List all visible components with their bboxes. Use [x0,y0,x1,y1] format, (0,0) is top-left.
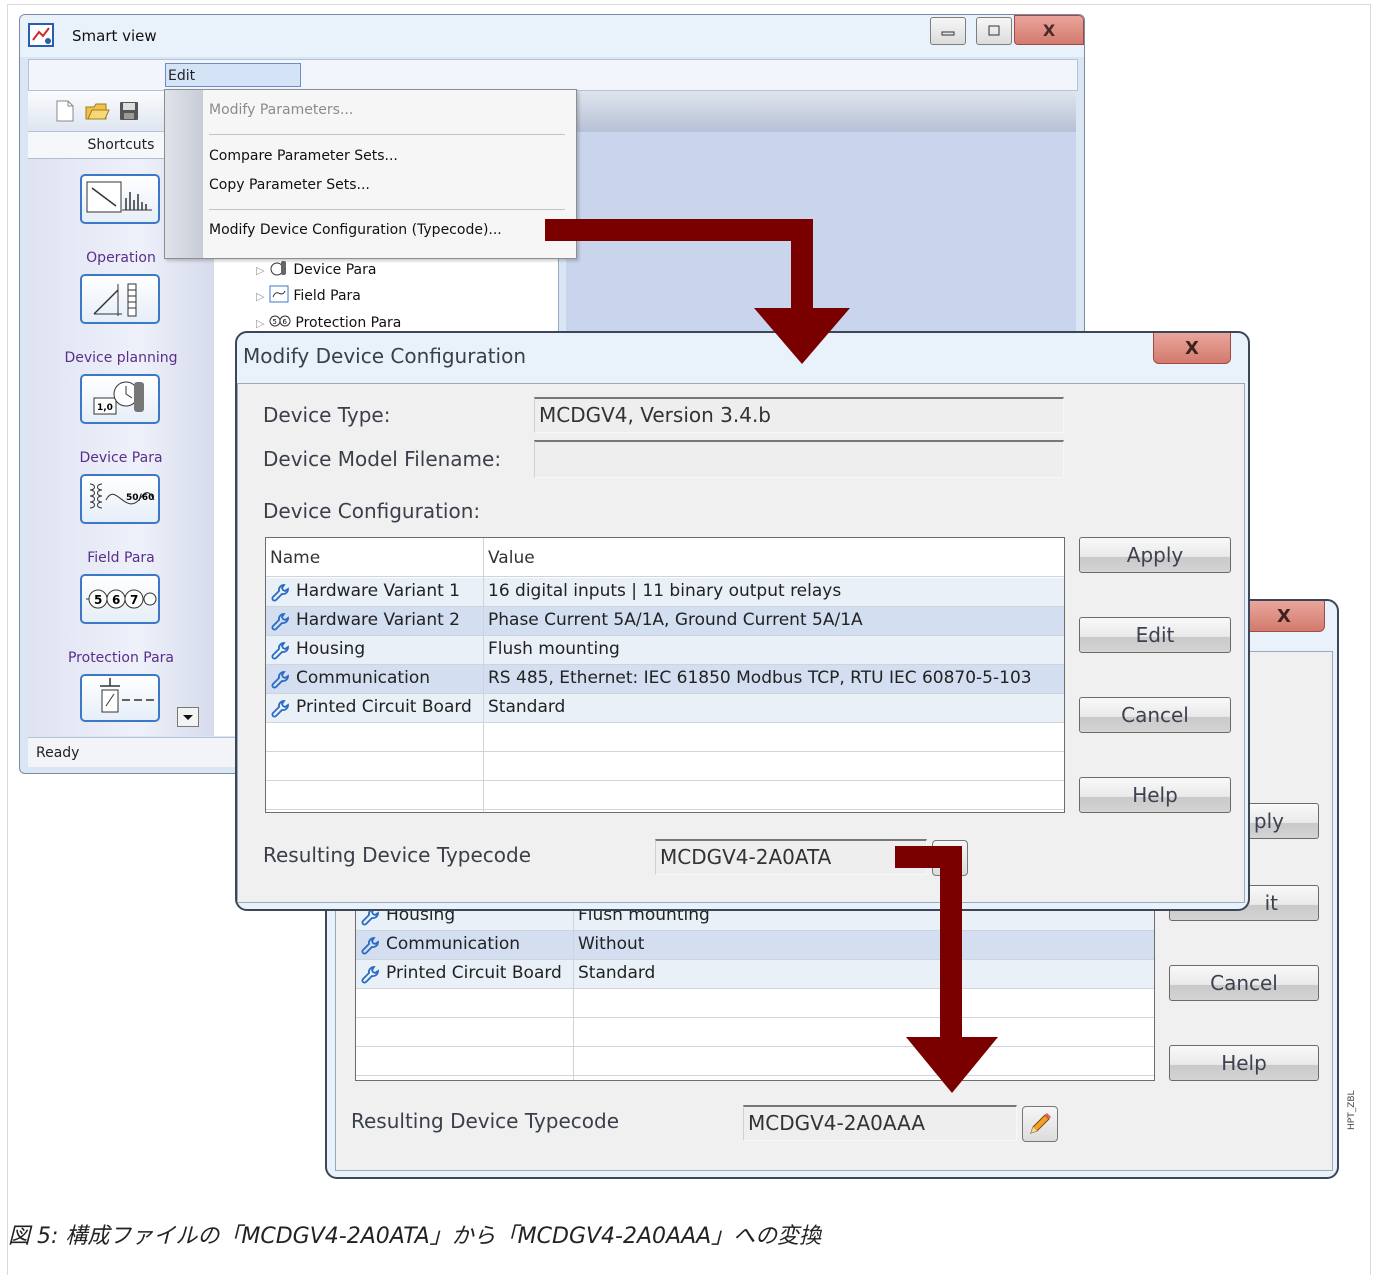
arrow-menu-to-dialog [545,219,850,364]
arrow-typecode-to-typecode [895,846,998,1093]
figure-side-tag: HPT_ZBL [1347,1090,1357,1130]
annotation-arrows [545,219,998,1093]
figure-caption: 図 5: 構成ファイルの「MCDGV4-2A0ATA」から「MCDGV4-2A0… [8,1224,822,1249]
